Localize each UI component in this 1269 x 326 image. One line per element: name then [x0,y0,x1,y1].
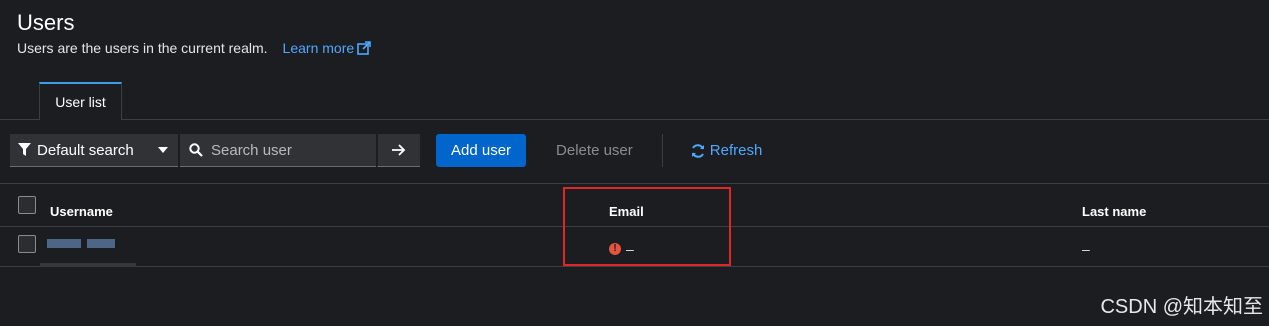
caret-down-icon [158,147,168,153]
toolbar: Default search Add user Delete user [10,134,762,167]
row-select-checkbox[interactable] [18,235,36,253]
column-header-username[interactable]: Username [50,204,113,219]
email-cell: ! – [609,241,634,257]
filter-icon [18,143,31,156]
username-link-redacted[interactable] [47,239,115,248]
refresh-icon [691,143,704,158]
external-link-icon [357,41,371,55]
select-all-checkbox[interactable] [18,196,36,214]
table-row: ! – – [0,227,1269,267]
add-user-button[interactable]: Add user [436,134,527,167]
arrow-right-icon [392,144,406,156]
exclamation-circle-icon: ! [609,243,621,255]
search-input[interactable] [211,141,361,159]
toolbar-divider [661,134,663,167]
refresh-button[interactable]: Refresh [691,142,763,159]
search-type-dropdown[interactable]: Default search [10,134,178,167]
search-icon [189,143,203,157]
search-submit-button[interactable] [377,134,420,167]
learn-more-link[interactable]: Learn more [283,40,372,56]
users-table: Username Email Last name ! – – [0,183,1269,267]
subtitle-text: Users are the users in the current realm… [17,40,268,56]
tab-user-list[interactable]: User list [39,82,122,121]
last-name-cell: – [1082,241,1090,257]
column-header-last-name[interactable]: Last name [1082,204,1146,219]
page-header: Users Users are the users in the current… [17,10,371,56]
users-page: Users Users are the users in the current… [0,0,1269,326]
page-subtitle: Users are the users in the current realm… [17,40,371,56]
search-field [180,134,376,167]
table-header: Username Email Last name [0,183,1269,227]
refresh-label: Refresh [709,142,763,159]
column-header-email[interactable]: Email [609,204,644,219]
redacted-text [40,263,136,267]
page-title: Users [17,10,75,35]
watermark: CSDN @知本知至 [1100,296,1263,318]
email-value: – [626,241,634,257]
tab-bar: User list [0,82,1269,121]
search-type-label: Default search [37,141,134,159]
learn-more-label: Learn more [282,40,355,56]
delete-user-button[interactable]: Delete user [541,134,648,167]
